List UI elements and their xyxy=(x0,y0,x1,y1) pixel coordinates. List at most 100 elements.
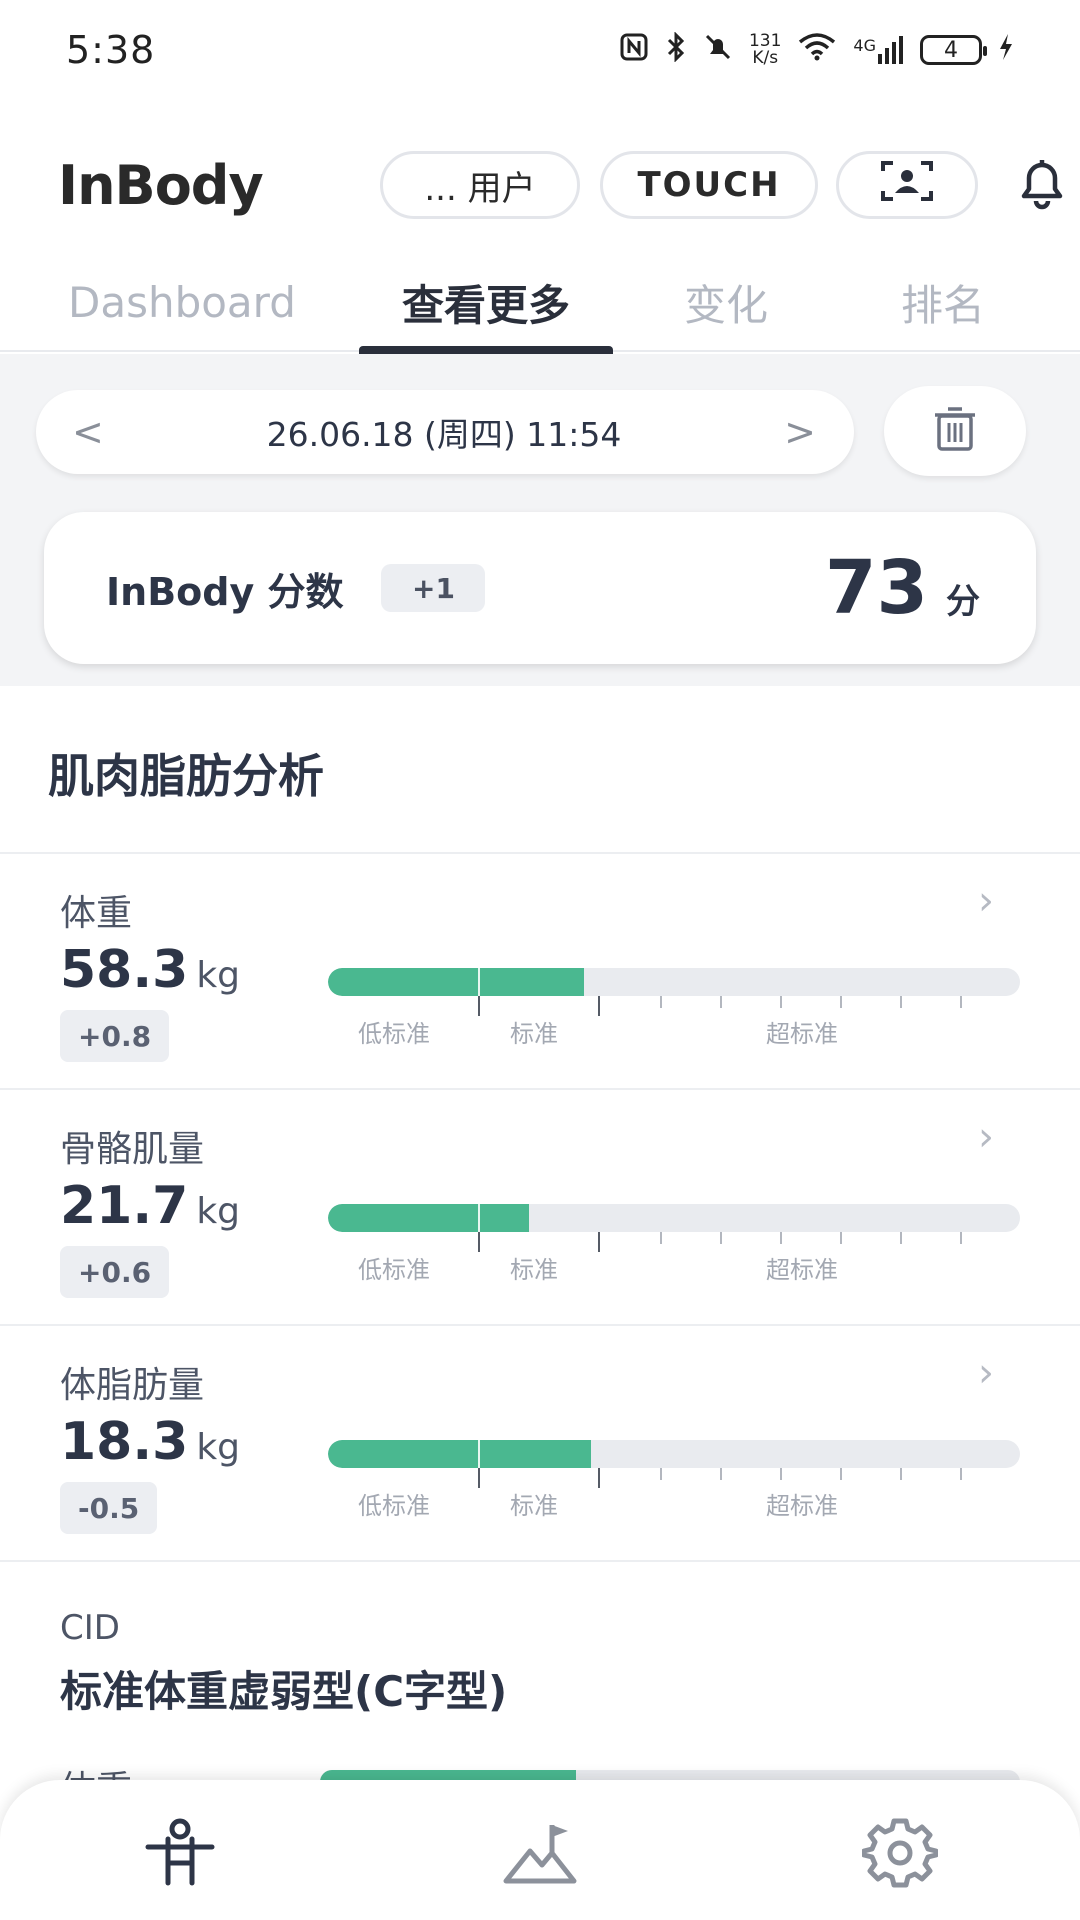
score-value: 73 xyxy=(825,545,928,631)
bar-split-line xyxy=(478,968,480,996)
metric-number: 21.7 xyxy=(60,1176,189,1236)
tab-bar: Dashboard 查看更多 变化 排名 xyxy=(0,252,1080,354)
metric-value: 18.3 kg xyxy=(60,1412,240,1472)
metric-value: 58.3 kg xyxy=(60,940,240,1000)
cid-label: CID xyxy=(60,1608,120,1648)
bar-tick xyxy=(780,996,782,1008)
range-label-low: 低标准 xyxy=(358,1020,430,1048)
metric-bar-track xyxy=(328,1440,1020,1468)
bar-tick xyxy=(780,1468,782,1480)
bluetooth-icon xyxy=(665,30,687,69)
status-icons: 131 K/s 4G 4 xyxy=(619,30,1014,69)
range-label-normal: 标准 xyxy=(510,1256,558,1284)
range-label-low: 低标准 xyxy=(358,1492,430,1520)
metric-row-body-fat[interactable]: 体脂肪量 18.3 kg -0.5 › 低标准 标准 超标准 xyxy=(0,1326,1080,1560)
face-scan-button[interactable] xyxy=(836,151,978,219)
prev-date-button[interactable]: < xyxy=(72,410,104,454)
nav-body-button[interactable] xyxy=(140,1817,220,1893)
metric-bar-track xyxy=(328,1204,1020,1232)
chevron-right-icon: › xyxy=(978,1114,994,1160)
notification-bell-button[interactable] xyxy=(1012,155,1072,215)
tab-change[interactable]: 变化 xyxy=(670,252,782,352)
range-label-normal: 标准 xyxy=(510,1020,558,1048)
metric-bar-fill xyxy=(328,1204,529,1232)
metric-row-skeletal-muscle[interactable]: 骨骼肌量 21.7 kg +0.6 › 低标准 标准 超标准 xyxy=(0,1090,1080,1324)
metric-unit: kg xyxy=(196,1427,241,1468)
metric-name: 体脂肪量 xyxy=(60,1365,205,1406)
status-bar: 5:38 131 K/s 4G 4 xyxy=(0,0,1080,100)
metric-name: 骨骼肌量 xyxy=(60,1129,205,1170)
bar-tick xyxy=(660,1232,662,1244)
bar-split-line xyxy=(478,1440,480,1468)
section-title: 肌肉脂肪分析 xyxy=(48,749,324,803)
bar-tick xyxy=(960,996,962,1008)
tab-view-more[interactable]: 查看更多 xyxy=(359,252,613,354)
bell-icon xyxy=(1014,154,1070,216)
bottom-navigation xyxy=(0,1780,1080,1920)
face-scan-icon xyxy=(880,159,934,212)
score-unit: 分 xyxy=(946,581,980,622)
metric-delta-badge: -0.5 xyxy=(60,1482,158,1534)
score-label: InBody 分数 xyxy=(106,569,344,614)
bar-tick xyxy=(478,996,480,1016)
tab-ranking[interactable]: 排名 xyxy=(893,252,993,352)
trash-icon xyxy=(931,405,979,457)
metric-unit: kg xyxy=(196,1191,241,1232)
nav-settings-button[interactable] xyxy=(860,1818,940,1890)
metric-row-weight[interactable]: 体重 58.3 kg +0.8 › 低标准 标准 超标准 xyxy=(0,854,1080,1088)
signal-icon: 4G xyxy=(853,36,904,64)
range-label-low: 低标准 xyxy=(358,1256,430,1284)
nav-goal-button[interactable] xyxy=(500,1820,580,1890)
summary-area: < 26.06.18 (周四) 11:54 > InBody 分数 +1 73 … xyxy=(0,354,1080,686)
gear-icon xyxy=(861,1815,939,1895)
bar-tick xyxy=(960,1232,962,1244)
metric-name: 体重 xyxy=(60,893,133,934)
bar-tick xyxy=(900,1232,902,1244)
date-navigator: < 26.06.18 (周四) 11:54 > xyxy=(36,390,854,474)
nfc-icon xyxy=(619,32,649,69)
bar-tick xyxy=(478,1232,480,1252)
next-date-button[interactable]: > xyxy=(784,410,816,454)
bar-split-line xyxy=(478,1204,480,1232)
bar-tick xyxy=(720,1468,722,1480)
mountain-flag-icon xyxy=(502,1821,578,1889)
score-delta-badge: +1 xyxy=(381,564,486,612)
bar-tick xyxy=(960,1468,962,1480)
tab-dashboard[interactable]: Dashboard xyxy=(68,252,318,352)
delete-button[interactable] xyxy=(884,386,1026,476)
metric-bar-track xyxy=(328,968,1020,996)
range-label-high: 超标准 xyxy=(766,1492,838,1520)
measurement-date[interactable]: 26.06.18 (周四) 11:54 xyxy=(267,408,622,456)
charging-icon xyxy=(998,32,1014,69)
body-figure-icon xyxy=(142,1817,218,1893)
bar-tick xyxy=(660,1468,662,1480)
bar-tick xyxy=(840,996,842,1008)
bar-tick xyxy=(598,996,600,1016)
metric-unit: kg xyxy=(196,955,241,996)
cid-type-title: 标准体重虚弱型(C字型) xyxy=(60,1667,508,1716)
range-label-high: 超标准 xyxy=(766,1020,838,1048)
inbody-logo: InBody xyxy=(58,153,264,217)
bar-tick xyxy=(720,1232,722,1244)
metric-bar-fill xyxy=(328,1440,591,1468)
chevron-right-icon: › xyxy=(978,878,994,924)
range-label-high: 超标准 xyxy=(766,1256,838,1284)
net-speed-unit: K/s xyxy=(752,48,779,68)
bar-tick xyxy=(900,996,902,1008)
bar-tick xyxy=(720,996,722,1008)
app-header: InBody ... 用户 TOUCH xyxy=(0,140,1080,230)
range-label-normal: 标准 xyxy=(510,1492,558,1520)
bar-tick xyxy=(900,1468,902,1480)
bar-tick xyxy=(660,996,662,1008)
bar-tick xyxy=(598,1232,600,1252)
mute-bell-icon xyxy=(703,32,733,69)
inbody-score-card[interactable]: InBody 分数 +1 73 分 xyxy=(44,512,1036,664)
touch-button[interactable]: TOUCH xyxy=(600,151,818,219)
bar-tick xyxy=(840,1232,842,1244)
metric-number: 18.3 xyxy=(60,1412,189,1472)
divider xyxy=(0,1560,1080,1562)
status-time: 5:38 xyxy=(66,28,156,72)
bar-tick xyxy=(598,1468,600,1488)
wifi-icon xyxy=(797,32,837,69)
user-selector-button[interactable]: ... 用户 xyxy=(380,151,580,219)
